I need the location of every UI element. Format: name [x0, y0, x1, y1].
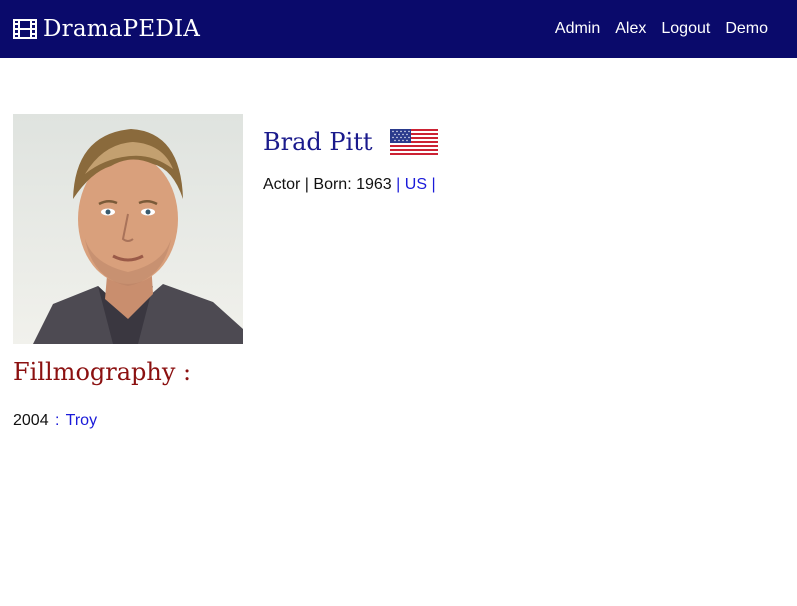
brand-name: DramaPEDIA	[43, 16, 201, 42]
film-title-link[interactable]: Troy	[66, 412, 97, 429]
nav-link-demo[interactable]: Demo	[725, 20, 768, 38]
nav-links: Admin Alex Logout Demo	[555, 20, 768, 38]
us-flag-icon	[389, 129, 438, 155]
brand-link[interactable]: DramaPEDIA	[13, 16, 200, 42]
film-separator: :	[55, 412, 60, 429]
nav-link-admin[interactable]: Admin	[555, 20, 600, 38]
actor-photo	[13, 114, 243, 344]
nav-link-alex[interactable]: Alex	[615, 20, 646, 38]
film-list: 2004 : Troy	[13, 412, 97, 430]
name-row: Brad Pitt	[263, 128, 438, 156]
actor-name: Brad Pitt	[263, 128, 373, 156]
nav-link-logout[interactable]: Logout	[661, 20, 710, 38]
separator: |	[396, 176, 405, 193]
separator: |	[431, 176, 436, 193]
actor-meta: Actor | Born: 1963 | US |	[263, 176, 438, 194]
country-link[interactable]: US	[405, 176, 427, 193]
actor-info: Brad Pitt Actor | Born: 1963 | US |	[263, 128, 438, 194]
born-year: 1963	[356, 176, 392, 193]
film-year: 2004	[13, 412, 49, 429]
born-label: Born:	[313, 176, 352, 193]
filmography-title: Fillmography :	[13, 358, 192, 386]
actor-role: Actor	[263, 176, 301, 193]
top-navbar: DramaPEDIA Admin Alex Logout Demo	[0, 0, 797, 58]
film-icon	[13, 19, 37, 39]
film-item: 2004 : Troy	[13, 412, 97, 430]
